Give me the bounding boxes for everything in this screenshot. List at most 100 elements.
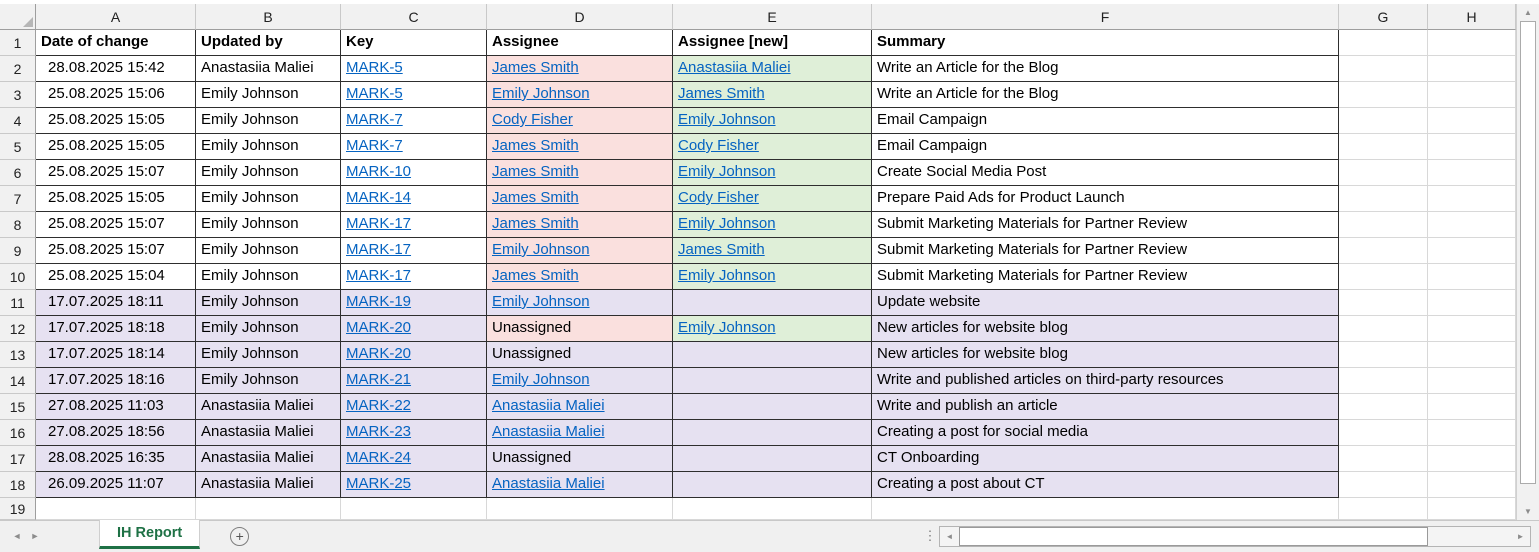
cell-empty[interactable] bbox=[1339, 368, 1428, 394]
row-header-8[interactable]: 8 bbox=[0, 212, 36, 238]
cell-updated-by[interactable]: Anastasiia Maliei bbox=[196, 472, 341, 498]
assignee-new-link[interactable]: James Smith bbox=[678, 241, 765, 258]
cell-updated-by[interactable]: Emily Johnson bbox=[196, 238, 341, 264]
cell-empty[interactable] bbox=[341, 498, 487, 520]
cell-empty[interactable] bbox=[1339, 186, 1428, 212]
cell-assignee-new[interactable] bbox=[673, 472, 872, 498]
cell-empty[interactable] bbox=[1428, 472, 1516, 498]
cell-key[interactable]: MARK-17 bbox=[341, 238, 487, 264]
row-header-11[interactable]: 11 bbox=[0, 290, 36, 316]
key-link[interactable]: MARK-24 bbox=[346, 449, 411, 466]
assignee-new-link[interactable]: Emily Johnson bbox=[678, 215, 776, 232]
cell-empty[interactable] bbox=[1428, 446, 1516, 472]
assignee-new-link[interactable]: Emily Johnson bbox=[678, 267, 776, 284]
add-sheet-button[interactable]: + bbox=[230, 527, 249, 546]
row-header-5[interactable]: 5 bbox=[0, 134, 36, 160]
cell-summary[interactable]: Email Campaign bbox=[872, 134, 1339, 160]
tab-scroll-splitter[interactable]: ⋮ bbox=[923, 528, 937, 544]
select-all-corner[interactable] bbox=[0, 4, 36, 30]
assignee-new-link[interactable]: Emily Johnson bbox=[678, 163, 776, 180]
cell-date[interactable]: 17.07.2025 18:16 bbox=[36, 368, 196, 394]
scroll-up-icon[interactable]: ▲ bbox=[1517, 4, 1539, 21]
cell-assignee-new[interactable]: Cody Fisher bbox=[673, 134, 872, 160]
cell-summary[interactable]: Prepare Paid Ads for Product Launch bbox=[872, 186, 1339, 212]
row-header-1[interactable]: 1 bbox=[0, 30, 36, 56]
column-header-g[interactable]: G bbox=[1339, 4, 1428, 30]
cell-empty[interactable] bbox=[1339, 82, 1428, 108]
row-header-9[interactable]: 9 bbox=[0, 238, 36, 264]
cell-assignee[interactable]: Emily Johnson bbox=[487, 290, 673, 316]
cell-empty[interactable] bbox=[1428, 160, 1516, 186]
header-cell-assignee[interactable]: Assignee bbox=[487, 30, 673, 56]
assignee-link[interactable]: Cody Fisher bbox=[492, 111, 573, 128]
cell-empty[interactable] bbox=[1428, 186, 1516, 212]
column-header-f[interactable]: F bbox=[872, 4, 1339, 30]
cell-updated-by[interactable]: Emily Johnson bbox=[196, 316, 341, 342]
cell-empty[interactable] bbox=[1428, 342, 1516, 368]
column-header-h[interactable]: H bbox=[1428, 4, 1516, 30]
assignee-link[interactable]: Emily Johnson bbox=[492, 293, 590, 310]
cell-date[interactable]: 28.08.2025 15:42 bbox=[36, 56, 196, 82]
cell-empty[interactable] bbox=[1339, 108, 1428, 134]
cell-summary[interactable]: CT Onboarding bbox=[872, 446, 1339, 472]
cell-date[interactable]: 17.07.2025 18:18 bbox=[36, 316, 196, 342]
row-header-18[interactable]: 18 bbox=[0, 472, 36, 498]
cell-summary[interactable]: New articles for website blog bbox=[872, 316, 1339, 342]
cell-summary[interactable]: Submit Marketing Materials for Partner R… bbox=[872, 264, 1339, 290]
cell-assignee-new[interactable] bbox=[673, 394, 872, 420]
cell-empty[interactable] bbox=[872, 498, 1339, 520]
row-header-14[interactable]: 14 bbox=[0, 368, 36, 394]
cell-assignee-new[interactable] bbox=[673, 342, 872, 368]
column-header-e[interactable]: E bbox=[673, 4, 872, 30]
cell-summary[interactable]: Write an Article for the Blog bbox=[872, 82, 1339, 108]
cell-empty[interactable] bbox=[196, 498, 341, 520]
cell-updated-by[interactable]: Anastasiia Maliei bbox=[196, 446, 341, 472]
cell-empty[interactable] bbox=[1428, 316, 1516, 342]
vertical-scrollbar[interactable]: ▲ ▼ bbox=[1516, 4, 1539, 520]
row-header-12[interactable]: 12 bbox=[0, 316, 36, 342]
cell-empty[interactable] bbox=[1428, 82, 1516, 108]
cell-key[interactable]: MARK-19 bbox=[341, 290, 487, 316]
cell-assignee-new[interactable] bbox=[673, 446, 872, 472]
cell-assignee[interactable]: James Smith bbox=[487, 186, 673, 212]
column-header-c[interactable]: C bbox=[341, 4, 487, 30]
cell-assignee[interactable]: Emily Johnson bbox=[487, 82, 673, 108]
cell-assignee[interactable]: Unassigned bbox=[487, 316, 673, 342]
cell-summary[interactable]: Write an Article for the Blog bbox=[872, 56, 1339, 82]
cell-assignee-new[interactable]: Emily Johnson bbox=[673, 212, 872, 238]
scroll-left-icon[interactable]: ◄ bbox=[940, 527, 959, 546]
cell-summary[interactable]: Creating a post about CT bbox=[872, 472, 1339, 498]
key-link[interactable]: MARK-17 bbox=[346, 241, 411, 258]
cell-assignee[interactable]: James Smith bbox=[487, 56, 673, 82]
cell-key[interactable]: MARK-5 bbox=[341, 82, 487, 108]
cell-empty[interactable] bbox=[1428, 290, 1516, 316]
row-header-7[interactable]: 7 bbox=[0, 186, 36, 212]
assignee-link[interactable]: James Smith bbox=[492, 215, 579, 232]
cell-key[interactable]: MARK-21 bbox=[341, 368, 487, 394]
key-link[interactable]: MARK-10 bbox=[346, 163, 411, 180]
row-header-2[interactable]: 2 bbox=[0, 56, 36, 82]
cell-empty[interactable] bbox=[1339, 472, 1428, 498]
cell-summary[interactable]: Write and publish an article bbox=[872, 394, 1339, 420]
cell-empty[interactable] bbox=[1339, 238, 1428, 264]
assignee-link[interactable]: James Smith bbox=[492, 59, 579, 76]
cell-summary[interactable]: Create Social Media Post bbox=[872, 160, 1339, 186]
cell-empty[interactable] bbox=[1428, 368, 1516, 394]
cell-summary[interactable]: New articles for website blog bbox=[872, 342, 1339, 368]
assignee-link[interactable]: Emily Johnson bbox=[492, 85, 590, 102]
header-cell-assignee-new[interactable]: Assignee [new] bbox=[673, 30, 872, 56]
row-header-4[interactable]: 4 bbox=[0, 108, 36, 134]
key-link[interactable]: MARK-5 bbox=[346, 85, 403, 102]
row-header-10[interactable]: 10 bbox=[0, 264, 36, 290]
assignee-link[interactable]: James Smith bbox=[492, 163, 579, 180]
cell-updated-by[interactable]: Emily Johnson bbox=[196, 342, 341, 368]
cell-key[interactable]: MARK-24 bbox=[341, 446, 487, 472]
cell-assignee[interactable]: Emily Johnson bbox=[487, 368, 673, 394]
cell-empty[interactable] bbox=[1339, 446, 1428, 472]
horizontal-scroll-track[interactable] bbox=[959, 527, 1511, 546]
cell-updated-by[interactable]: Emily Johnson bbox=[196, 264, 341, 290]
cell-date[interactable]: 25.08.2025 15:05 bbox=[36, 134, 196, 160]
assignee-link[interactable]: Emily Johnson bbox=[492, 241, 590, 258]
cell-empty[interactable] bbox=[1428, 212, 1516, 238]
cell-updated-by[interactable]: Anastasiia Maliei bbox=[196, 394, 341, 420]
